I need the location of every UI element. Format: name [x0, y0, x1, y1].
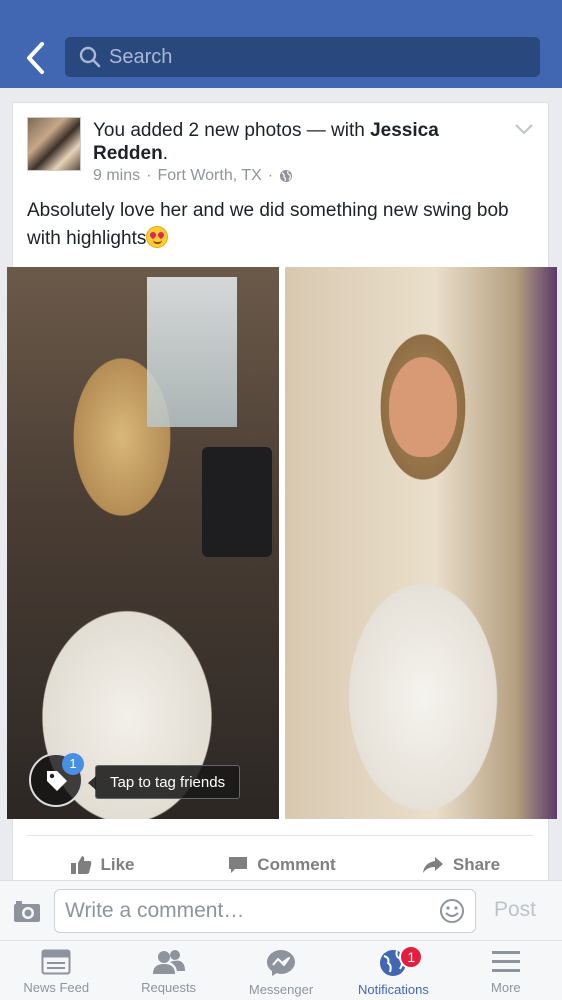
post-location[interactable]: Fort Worth, TX	[157, 167, 261, 185]
face	[389, 357, 457, 457]
tab-label: News Feed	[23, 980, 90, 995]
news-feed-icon	[41, 949, 71, 975]
tab-label: More	[491, 980, 521, 995]
post-card: You added 2 new photos — with Jessica Re…	[7, 102, 557, 892]
tab-notifications[interactable]: 1 Notifications	[337, 941, 449, 1000]
comment-box[interactable]	[54, 889, 476, 933]
divider	[27, 835, 534, 836]
tab-messenger[interactable]: Messenger	[225, 941, 337, 1000]
globe-icon	[280, 170, 293, 182]
post-comment-button[interactable]: Post	[494, 898, 536, 922]
tag-friends-tooltip[interactable]: Tap to tag friends	[87, 765, 241, 799]
tab-label: Requests	[141, 980, 197, 995]
avatar[interactable]	[27, 117, 81, 171]
comment-label: Comment	[257, 855, 336, 874]
notifications-badge: 1	[399, 945, 424, 969]
post-meta: 9 mins · Fort Worth, TX ·	[93, 167, 293, 185]
tab-label: Messenger	[248, 982, 314, 997]
tag-count-badge: 1	[62, 753, 84, 775]
chevron-down-icon[interactable]	[514, 123, 534, 135]
headline-period: .	[162, 143, 168, 164]
meta-separator-2: ·	[267, 167, 274, 184]
photo-side-profile[interactable]	[7, 267, 279, 819]
camera-icon[interactable]	[13, 899, 41, 923]
heart-eyes-emoji-icon	[146, 226, 169, 248]
post-message-text: Absolutely love her and we did something…	[27, 200, 509, 249]
comment-icon	[229, 857, 248, 873]
search-icon	[79, 46, 101, 68]
messenger-icon	[267, 950, 296, 976]
search-input[interactable]	[109, 37, 529, 77]
photo-front-view[interactable]	[285, 267, 557, 819]
tab-label: Notifications	[358, 982, 429, 997]
share-arrow-icon	[422, 857, 443, 873]
back-button[interactable]	[22, 38, 50, 78]
share-label: Share	[452, 855, 501, 874]
chevron-left-icon	[27, 42, 44, 74]
like-label: Like	[100, 855, 135, 874]
meta-separator: ·	[146, 167, 152, 184]
tab-news-feed[interactable]: News Feed	[0, 941, 112, 1000]
search-bar[interactable]	[65, 37, 540, 77]
comment-input[interactable]	[65, 890, 425, 932]
friend-requests-icon	[152, 950, 185, 974]
comment-composer: Post	[0, 880, 562, 940]
bottom-tab-bar: News Feed Requests Messenger 1 Notificat…	[0, 940, 562, 1000]
post-headline: You added 2 new photos — with Jessica Re…	[93, 119, 513, 165]
thumbs-up-icon	[71, 856, 92, 874]
headline-text: You added 2 new photos — with	[93, 120, 371, 141]
smiley-icon[interactable]	[439, 898, 465, 924]
tab-more[interactable]: More	[450, 941, 562, 1000]
tab-requests[interactable]: Requests	[112, 941, 224, 1000]
post-message: Absolutely love her and we did something…	[27, 197, 537, 253]
hamburger-menu-icon	[491, 951, 520, 972]
post-time[interactable]: 9 mins	[93, 167, 140, 185]
salon-window	[147, 277, 237, 427]
top-nav-bar	[0, 0, 562, 88]
salon-chair	[202, 447, 272, 557]
